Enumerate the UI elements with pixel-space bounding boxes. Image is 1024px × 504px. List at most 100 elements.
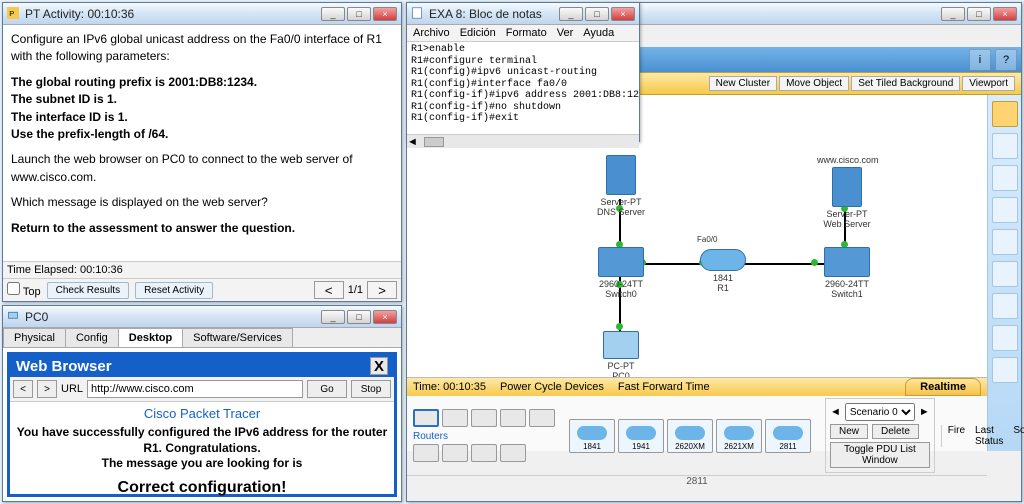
maximize-button[interactable]: □ bbox=[347, 310, 371, 324]
device-dns-server[interactable]: Server-PT DNS Server bbox=[591, 155, 651, 217]
scenario-delete-button[interactable]: Delete bbox=[872, 424, 919, 439]
scroll-right-icon[interactable]: ► bbox=[919, 406, 930, 418]
viewport-button[interactable]: Viewport bbox=[962, 76, 1015, 91]
fast-forward-link[interactable]: Fast Forward Time bbox=[618, 381, 710, 393]
sim-time: Time: 00:10:35 bbox=[413, 381, 486, 393]
model-2620xm[interactable]: 2620XM bbox=[667, 419, 713, 453]
complex-pdu-tool[interactable] bbox=[992, 357, 1018, 383]
resize-tool[interactable] bbox=[992, 293, 1018, 319]
url-input[interactable] bbox=[87, 380, 303, 398]
simple-pdu-tool[interactable] bbox=[992, 325, 1018, 351]
top-checkbox[interactable] bbox=[7, 282, 20, 295]
pt-activity-titlebar[interactable]: P PT Activity: 00:10:36 _ □ × bbox=[3, 3, 401, 25]
device-switch1[interactable]: 2960-24TT Switch1 bbox=[817, 247, 877, 299]
minimize-button[interactable]: _ bbox=[321, 7, 345, 21]
minimize-button[interactable]: _ bbox=[559, 7, 583, 21]
draw-tool[interactable] bbox=[992, 261, 1018, 287]
close-button[interactable]: × bbox=[373, 310, 397, 324]
device-r1[interactable]: Fa0/0 1841 R1 bbox=[693, 249, 753, 293]
page-msg-1b: The message you are looking for is bbox=[14, 456, 390, 472]
model-list: 1841 1941 2620XM 2621XM 2811 bbox=[569, 419, 811, 453]
instr-p2a: Launch the web browser on PC0 to connect… bbox=[11, 152, 353, 166]
realtime-tab[interactable]: Realtime bbox=[905, 378, 981, 396]
browser-back-button[interactable]: < bbox=[13, 380, 33, 398]
notepad-content[interactable]: R1>enable R1#configure terminal R1(confi… bbox=[407, 42, 639, 134]
tab-config[interactable]: Config bbox=[65, 328, 119, 347]
minimize-button[interactable]: _ bbox=[941, 7, 965, 21]
model-1941[interactable]: 1941 bbox=[618, 419, 664, 453]
instr-b4: Use the prefix-length of /64. bbox=[11, 127, 168, 141]
browser-forward-button[interactable]: > bbox=[37, 380, 57, 398]
category-switches[interactable] bbox=[442, 409, 468, 427]
close-button[interactable]: × bbox=[611, 7, 635, 21]
device-label: DNS Server bbox=[591, 207, 651, 217]
close-button[interactable]: × bbox=[373, 7, 397, 21]
maximize-button[interactable]: □ bbox=[585, 7, 609, 21]
menu-ayuda[interactable]: Ayuda bbox=[583, 27, 614, 39]
minimize-button[interactable]: _ bbox=[321, 310, 345, 324]
maximize-button[interactable]: □ bbox=[347, 7, 371, 21]
help-icon[interactable]: ? bbox=[995, 49, 1017, 71]
selected-model-readout: 2811 bbox=[407, 475, 987, 487]
go-button[interactable]: Go bbox=[307, 380, 347, 398]
set-tiled-bg-button[interactable]: Set Tiled Background bbox=[851, 76, 960, 91]
tab-physical[interactable]: Physical bbox=[3, 328, 66, 347]
notepad-title: EXA 8: Bloc de notas bbox=[429, 7, 542, 21]
toggle-pdu-button[interactable]: Toggle PDU List Window bbox=[830, 442, 930, 468]
tab-software[interactable]: Software/Services bbox=[182, 328, 293, 347]
info-icon[interactable]: i bbox=[969, 49, 991, 71]
category-routers[interactable] bbox=[413, 409, 439, 427]
model-2811[interactable]: 2811 bbox=[765, 419, 811, 453]
device-web-server[interactable]: www.cisco.com Server-PT Web Server bbox=[817, 155, 877, 229]
category-wan[interactable] bbox=[442, 444, 468, 462]
stop-button[interactable]: Stop bbox=[351, 380, 391, 398]
category-hubs[interactable] bbox=[471, 409, 497, 427]
svg-text:P: P bbox=[9, 9, 14, 18]
menu-formato[interactable]: Formato bbox=[506, 27, 547, 39]
inspect-tool[interactable] bbox=[992, 229, 1018, 255]
category-end[interactable] bbox=[413, 444, 439, 462]
power-cycle-link[interactable]: Power Cycle Devices bbox=[500, 381, 604, 393]
pt-activity-title: PT Activity: 00:10:36 bbox=[25, 7, 134, 21]
check-results-button[interactable]: Check Results bbox=[47, 282, 129, 299]
model-2621xm[interactable]: 2621XM bbox=[716, 419, 762, 453]
new-cluster-button[interactable]: New Cluster bbox=[709, 76, 777, 91]
category-custom[interactable] bbox=[471, 444, 497, 462]
scenario-panel: ◄ Scenario 0 ► New Delete Toggle PDU Lis… bbox=[825, 398, 935, 473]
scroll-left-icon[interactable]: ◄ bbox=[830, 406, 841, 418]
notepad-titlebar[interactable]: EXA 8: Bloc de notas _ □ × bbox=[407, 3, 639, 25]
category-label: Routers bbox=[413, 431, 555, 442]
notepad-icon bbox=[411, 7, 425, 21]
menu-archivo[interactable]: Archivo bbox=[413, 27, 450, 39]
category-connections[interactable] bbox=[529, 409, 555, 427]
browser-close-button[interactable]: X bbox=[370, 357, 388, 375]
maximize-button[interactable]: □ bbox=[967, 7, 991, 21]
place-note-tool[interactable] bbox=[992, 165, 1018, 191]
menu-edicion[interactable]: Edición bbox=[460, 27, 496, 39]
move-object-button[interactable]: Move Object bbox=[779, 76, 849, 91]
device-label: Server-PT bbox=[591, 197, 651, 207]
next-page-button[interactable]: > bbox=[367, 281, 397, 299]
prev-page-button[interactable]: < bbox=[314, 281, 344, 299]
select-tool[interactable] bbox=[992, 101, 1018, 127]
tab-desktop[interactable]: Desktop bbox=[118, 328, 183, 347]
delete-tool[interactable] bbox=[992, 197, 1018, 223]
reset-activity-button[interactable]: Reset Activity bbox=[135, 282, 213, 299]
pc0-titlebar[interactable]: PC0 _ □ × bbox=[3, 306, 401, 328]
top-checkbox-label[interactable]: Top bbox=[7, 282, 41, 298]
scenario-select[interactable]: Scenario 0 bbox=[845, 403, 915, 421]
instr-p3: Which message is displayed on the web se… bbox=[11, 194, 393, 211]
right-toolbar bbox=[987, 95, 1021, 451]
device-label: 1841 bbox=[693, 273, 753, 283]
scenario-new-button[interactable]: New bbox=[830, 424, 868, 439]
url-label: URL bbox=[61, 383, 83, 395]
model-1841[interactable]: 1841 bbox=[569, 419, 615, 453]
device-pc0[interactable]: PC-PT PC0 bbox=[591, 331, 651, 381]
menu-ver[interactable]: Ver bbox=[557, 27, 574, 39]
device-switch0[interactable]: 2960-24TT Switch0 bbox=[591, 247, 651, 299]
notepad-hscroll[interactable]: ◄ bbox=[407, 134, 639, 148]
category-wireless[interactable] bbox=[500, 409, 526, 427]
category-multi[interactable] bbox=[500, 444, 526, 462]
close-button[interactable]: × bbox=[993, 7, 1017, 21]
move-layout-tool[interactable] bbox=[992, 133, 1018, 159]
